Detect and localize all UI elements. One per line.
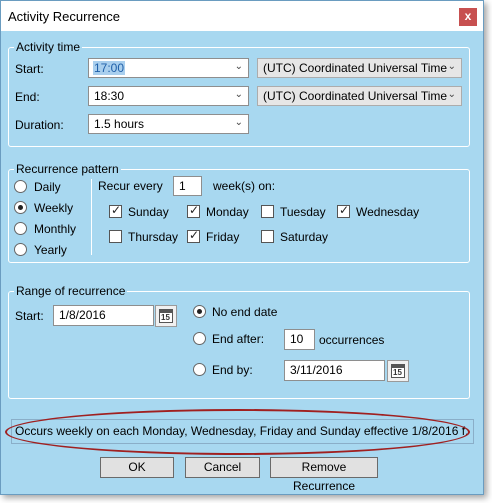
checkbox-tuesday-label: Tuesday (280, 205, 326, 219)
calendar-icon: 15 (391, 364, 405, 378)
duration-value: 1.5 hours (94, 117, 145, 131)
radio-end-by[interactable] (193, 363, 206, 376)
recurrence-pattern-label: Recurrence pattern (14, 161, 121, 177)
checkbox-sunday-label: Sunday (128, 205, 169, 219)
checkmark-icon: ✓ (189, 203, 200, 217)
start-timezone-value: (UTC) Coordinated Universal Time (263, 61, 448, 75)
end-by-date-input[interactable]: 3/11/2016 (284, 360, 385, 381)
range-start-date-input[interactable]: 1/8/2016 (53, 305, 154, 326)
radio-weekly-label: Weekly (34, 201, 74, 215)
recur-every-value: 1 (179, 179, 186, 193)
calendar-icon-day: 15 (161, 313, 170, 322)
recur-every-input[interactable]: 1 (173, 176, 202, 196)
start-date-calendar-button[interactable]: 15 (155, 305, 177, 327)
start-timezone-dropdown[interactable]: (UTC) Coordinated Universal Time ⌄ (257, 58, 462, 78)
recur-every-label: Recur every (98, 179, 163, 193)
radio-end-after-label: End after: (212, 332, 265, 346)
duration-label: Duration: (15, 118, 64, 132)
radio-end-after[interactable] (193, 332, 206, 345)
range-of-recurrence-label: Range of recurrence (14, 283, 128, 299)
calendar-icon-day: 15 (393, 368, 402, 377)
radio-monthly-label: Monthly (34, 222, 77, 236)
radio-yearly[interactable] (14, 243, 27, 256)
checkbox-saturday-label: Saturday (280, 230, 329, 244)
remove-recurrence-button[interactable]: Remove Recurrence (270, 457, 378, 493)
start-time-dropdown[interactable]: 17:00 ⌄ (88, 58, 249, 78)
close-icon: x (464, 9, 472, 23)
end-time-value: 18:30 (94, 89, 125, 103)
checkbox-sunday[interactable]: ✓ (109, 203, 122, 218)
dialog-title: Activity Recurrence (8, 9, 120, 24)
radio-no-end-date-label: No end date (212, 305, 278, 319)
radio-end-by-label: End by: (212, 363, 253, 377)
chevron-down-icon: ⌄ (447, 89, 456, 100)
range-start-date-value: 1/8/2016 (59, 308, 106, 322)
pattern-divider (91, 179, 92, 255)
weeks-on-label: week(s) on: (213, 179, 276, 193)
activity-recurrence-dialog: Activity Recurrence x Activity time Star… (0, 0, 484, 495)
end-by-calendar-button[interactable]: 15 (387, 360, 409, 382)
radio-daily-label: Daily (34, 180, 61, 194)
chevron-down-icon: ⌄ (447, 61, 456, 72)
chevron-down-icon: ⌄ (234, 117, 243, 128)
checkbox-monday-label: Monday (206, 205, 249, 219)
duration-dropdown[interactable]: 1.5 hours ⌄ (88, 114, 249, 134)
checkbox-friday-label: Friday (206, 230, 240, 244)
end-timezone-dropdown[interactable]: (UTC) Coordinated Universal Time ⌄ (257, 86, 462, 106)
close-button[interactable]: x (459, 8, 477, 26)
end-after-value: 10 (290, 332, 304, 346)
ok-button[interactable]: OK (100, 457, 174, 478)
checkbox-wednesday[interactable]: ✓ (337, 203, 350, 218)
radio-daily[interactable] (14, 180, 27, 193)
start-time-value: 17:00 (93, 61, 126, 75)
highlight-ellipse (5, 409, 470, 455)
end-by-date-value: 3/11/2016 (290, 363, 343, 377)
occurrences-label: occurrences (319, 333, 385, 347)
activity-time-label: Activity time (14, 39, 83, 55)
radio-yearly-label: Yearly (34, 243, 67, 257)
radio-no-end-date[interactable] (193, 305, 206, 318)
checkmark-icon: ✓ (189, 228, 200, 242)
end-time-label: End: (15, 90, 40, 104)
start-time-label: Start: (15, 62, 44, 76)
radio-monthly[interactable] (14, 222, 27, 235)
range-start-label: Start: (15, 309, 44, 323)
checkbox-monday[interactable]: ✓ (187, 203, 200, 218)
checkbox-thursday-label: Thursday (128, 230, 179, 244)
chevron-down-icon: ⌄ (234, 89, 243, 100)
checkbox-wednesday-label: Wednesday (356, 205, 420, 219)
checkbox-thursday[interactable] (109, 230, 122, 243)
cancel-button[interactable]: Cancel (185, 457, 260, 478)
end-after-occurrences-input[interactable]: 10 (284, 329, 315, 350)
chevron-down-icon: ⌄ (234, 61, 243, 72)
checkbox-tuesday[interactable] (261, 205, 274, 218)
radio-weekly[interactable] (14, 201, 27, 214)
calendar-icon: 15 (159, 309, 173, 323)
checkbox-saturday[interactable] (261, 230, 274, 243)
checkbox-friday[interactable]: ✓ (187, 228, 200, 243)
checkmark-icon: ✓ (111, 203, 122, 217)
end-timezone-value: (UTC) Coordinated Universal Time (263, 89, 448, 103)
title-bar: Activity Recurrence x (1, 1, 483, 31)
checkmark-icon: ✓ (339, 203, 350, 217)
end-time-dropdown[interactable]: 18:30 ⌄ (88, 86, 249, 106)
